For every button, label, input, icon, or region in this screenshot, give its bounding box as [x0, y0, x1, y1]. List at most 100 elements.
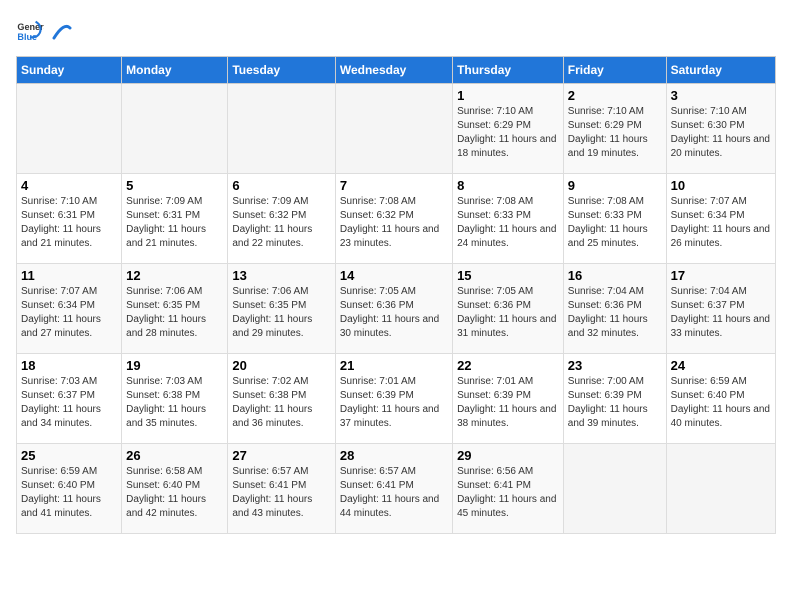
daylight-label: Daylight: 11 hours and 24 minutes.	[457, 224, 556, 249]
calendar-cell: 3 Sunrise: 7:10 AM Sunset: 6:30 PM Dayli…	[666, 84, 775, 174]
daylight-label: Daylight: 11 hours and 44 minutes.	[340, 494, 439, 519]
sunrise-label: Sunrise: 6:59 AM	[671, 376, 747, 387]
sunset-label: Sunset: 6:41 PM	[340, 480, 414, 491]
sunset-label: Sunset: 6:31 PM	[21, 210, 95, 221]
calendar-cell: 25 Sunrise: 6:59 AM Sunset: 6:40 PM Dayl…	[17, 444, 122, 534]
sunset-label: Sunset: 6:37 PM	[21, 390, 95, 401]
calendar-cell: 13 Sunrise: 7:06 AM Sunset: 6:35 PM Dayl…	[228, 264, 335, 354]
sunset-label: Sunset: 6:33 PM	[568, 210, 642, 221]
calendar-cell: 15 Sunrise: 7:05 AM Sunset: 6:36 PM Dayl…	[453, 264, 564, 354]
calendar-cell: 6 Sunrise: 7:09 AM Sunset: 6:32 PM Dayli…	[228, 174, 335, 264]
logo: General Blue	[16, 16, 72, 44]
day-number: 1	[457, 88, 559, 103]
logo-arrow-icon	[50, 20, 72, 42]
weekday-header: Tuesday	[228, 57, 335, 84]
day-info: Sunrise: 7:07 AM Sunset: 6:34 PM Dayligh…	[21, 285, 117, 341]
sunrise-label: Sunrise: 7:05 AM	[340, 286, 416, 297]
day-info: Sunrise: 7:08 AM Sunset: 6:33 PM Dayligh…	[568, 195, 662, 251]
daylight-label: Daylight: 11 hours and 32 minutes.	[568, 314, 648, 339]
sunset-label: Sunset: 6:34 PM	[671, 210, 745, 221]
daylight-label: Daylight: 11 hours and 34 minutes.	[21, 404, 101, 429]
sunrise-label: Sunrise: 7:03 AM	[126, 376, 202, 387]
day-info: Sunrise: 7:01 AM Sunset: 6:39 PM Dayligh…	[340, 375, 448, 431]
day-info: Sunrise: 7:00 AM Sunset: 6:39 PM Dayligh…	[568, 375, 662, 431]
calendar-cell: 20 Sunrise: 7:02 AM Sunset: 6:38 PM Dayl…	[228, 354, 335, 444]
sunset-label: Sunset: 6:36 PM	[457, 300, 531, 311]
calendar-cell: 24 Sunrise: 6:59 AM Sunset: 6:40 PM Dayl…	[666, 354, 775, 444]
day-info: Sunrise: 7:08 AM Sunset: 6:33 PM Dayligh…	[457, 195, 559, 251]
day-number: 6	[232, 178, 330, 193]
calendar-week-row: 4 Sunrise: 7:10 AM Sunset: 6:31 PM Dayli…	[17, 174, 776, 264]
calendar-cell: 17 Sunrise: 7:04 AM Sunset: 6:37 PM Dayl…	[666, 264, 775, 354]
daylight-label: Daylight: 11 hours and 30 minutes.	[340, 314, 439, 339]
calendar-cell: 11 Sunrise: 7:07 AM Sunset: 6:34 PM Dayl…	[17, 264, 122, 354]
sunrise-label: Sunrise: 7:00 AM	[568, 376, 644, 387]
calendar-cell	[228, 84, 335, 174]
calendar-cell	[666, 444, 775, 534]
calendar-cell: 8 Sunrise: 7:08 AM Sunset: 6:33 PM Dayli…	[453, 174, 564, 264]
sunset-label: Sunset: 6:32 PM	[232, 210, 306, 221]
sunset-label: Sunset: 6:32 PM	[340, 210, 414, 221]
calendar-cell: 28 Sunrise: 6:57 AM Sunset: 6:41 PM Dayl…	[335, 444, 452, 534]
daylight-label: Daylight: 11 hours and 41 minutes.	[21, 494, 101, 519]
daylight-label: Daylight: 11 hours and 37 minutes.	[340, 404, 439, 429]
day-number: 22	[457, 358, 559, 373]
day-info: Sunrise: 7:04 AM Sunset: 6:37 PM Dayligh…	[671, 285, 771, 341]
sunset-label: Sunset: 6:33 PM	[457, 210, 531, 221]
sunrise-label: Sunrise: 6:56 AM	[457, 466, 533, 477]
sunrise-label: Sunrise: 7:07 AM	[671, 196, 747, 207]
sunrise-label: Sunrise: 7:07 AM	[21, 286, 97, 297]
sunrise-label: Sunrise: 7:04 AM	[568, 286, 644, 297]
day-number: 25	[21, 448, 117, 463]
day-number: 12	[126, 268, 223, 283]
day-info: Sunrise: 7:05 AM Sunset: 6:36 PM Dayligh…	[457, 285, 559, 341]
daylight-label: Daylight: 11 hours and 40 minutes.	[671, 404, 770, 429]
day-info: Sunrise: 7:10 AM Sunset: 6:30 PM Dayligh…	[671, 105, 771, 161]
daylight-label: Daylight: 11 hours and 18 minutes.	[457, 134, 556, 159]
sunrise-label: Sunrise: 6:58 AM	[126, 466, 202, 477]
day-number: 26	[126, 448, 223, 463]
calendar-cell: 23 Sunrise: 7:00 AM Sunset: 6:39 PM Dayl…	[563, 354, 666, 444]
day-info: Sunrise: 7:06 AM Sunset: 6:35 PM Dayligh…	[232, 285, 330, 341]
daylight-label: Daylight: 11 hours and 26 minutes.	[671, 224, 770, 249]
weekday-header: Saturday	[666, 57, 775, 84]
day-info: Sunrise: 7:10 AM Sunset: 6:29 PM Dayligh…	[457, 105, 559, 161]
weekday-header: Friday	[563, 57, 666, 84]
day-info: Sunrise: 7:06 AM Sunset: 6:35 PM Dayligh…	[126, 285, 223, 341]
sunrise-label: Sunrise: 6:57 AM	[232, 466, 308, 477]
calendar-cell	[122, 84, 228, 174]
sunset-label: Sunset: 6:38 PM	[232, 390, 306, 401]
daylight-label: Daylight: 11 hours and 28 minutes.	[126, 314, 206, 339]
sunrise-label: Sunrise: 7:10 AM	[457, 106, 533, 117]
calendar-cell: 1 Sunrise: 7:10 AM Sunset: 6:29 PM Dayli…	[453, 84, 564, 174]
day-number: 16	[568, 268, 662, 283]
sunrise-label: Sunrise: 7:08 AM	[340, 196, 416, 207]
day-number: 17	[671, 268, 771, 283]
calendar-cell: 5 Sunrise: 7:09 AM Sunset: 6:31 PM Dayli…	[122, 174, 228, 264]
sunrise-label: Sunrise: 7:01 AM	[457, 376, 533, 387]
sunset-label: Sunset: 6:41 PM	[232, 480, 306, 491]
day-info: Sunrise: 6:56 AM Sunset: 6:41 PM Dayligh…	[457, 465, 559, 521]
day-number: 21	[340, 358, 448, 373]
day-info: Sunrise: 7:10 AM Sunset: 6:31 PM Dayligh…	[21, 195, 117, 251]
calendar-cell: 10 Sunrise: 7:07 AM Sunset: 6:34 PM Dayl…	[666, 174, 775, 264]
day-info: Sunrise: 7:05 AM Sunset: 6:36 PM Dayligh…	[340, 285, 448, 341]
sunrise-label: Sunrise: 7:02 AM	[232, 376, 308, 387]
sunset-label: Sunset: 6:35 PM	[126, 300, 200, 311]
weekday-header: Thursday	[453, 57, 564, 84]
calendar-cell: 21 Sunrise: 7:01 AM Sunset: 6:39 PM Dayl…	[335, 354, 452, 444]
daylight-label: Daylight: 11 hours and 27 minutes.	[21, 314, 101, 339]
calendar-header-row: SundayMondayTuesdayWednesdayThursdayFrid…	[17, 57, 776, 84]
sunrise-label: Sunrise: 7:08 AM	[457, 196, 533, 207]
calendar-week-row: 11 Sunrise: 7:07 AM Sunset: 6:34 PM Dayl…	[17, 264, 776, 354]
sunset-label: Sunset: 6:37 PM	[671, 300, 745, 311]
sunset-label: Sunset: 6:41 PM	[457, 480, 531, 491]
daylight-label: Daylight: 11 hours and 38 minutes.	[457, 404, 556, 429]
day-info: Sunrise: 6:58 AM Sunset: 6:40 PM Dayligh…	[126, 465, 223, 521]
day-number: 11	[21, 268, 117, 283]
sunset-label: Sunset: 6:38 PM	[126, 390, 200, 401]
day-number: 27	[232, 448, 330, 463]
day-number: 20	[232, 358, 330, 373]
sunset-label: Sunset: 6:31 PM	[126, 210, 200, 221]
day-number: 10	[671, 178, 771, 193]
